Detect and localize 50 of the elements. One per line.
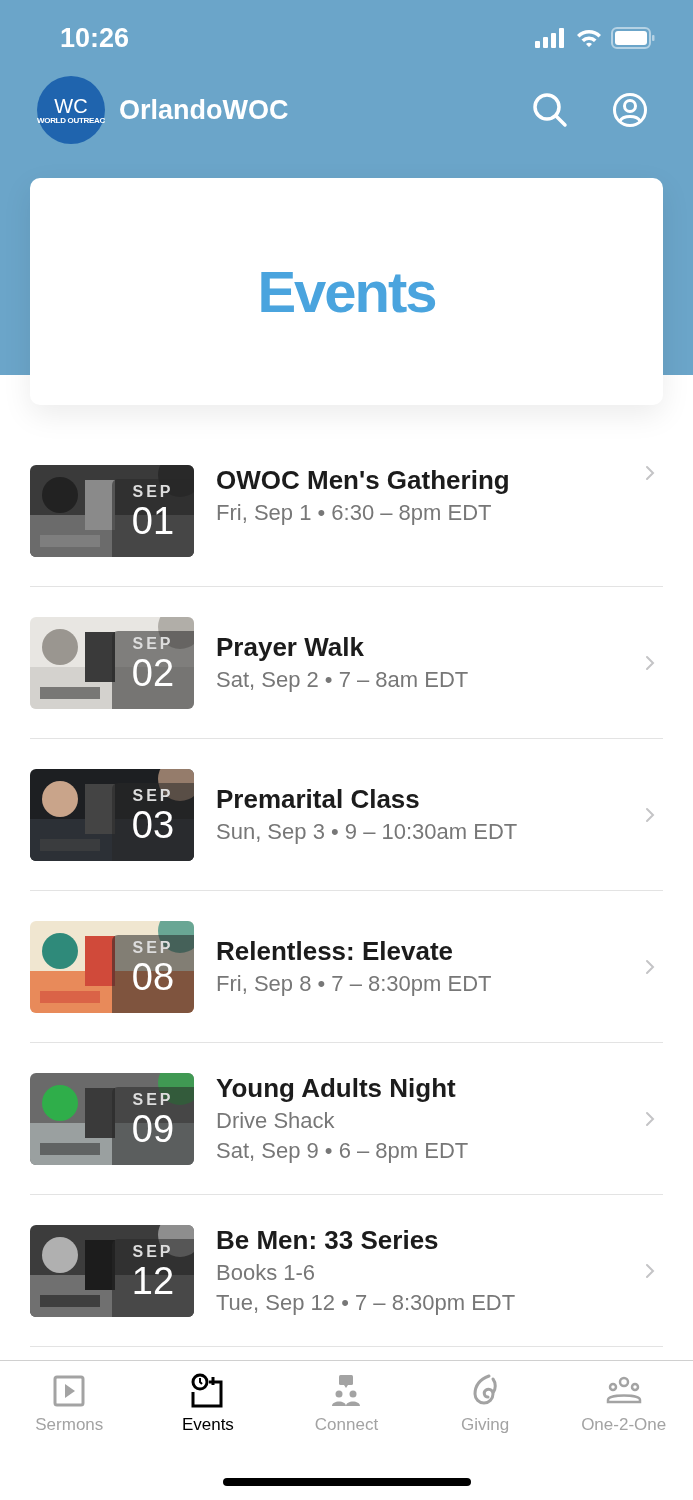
chevron-icon xyxy=(645,1262,655,1279)
event-detail: Books 1-6 xyxy=(216,1260,317,1286)
wifi-icon xyxy=(575,28,603,48)
tab[interactable]: Events xyxy=(138,1373,278,1435)
event-item[interactable]: SEP 03 Premarital Class Sun, Sep 3 • 9 – 10:30am EDT xyxy=(30,739,663,891)
date-month: SEP xyxy=(132,634,174,653)
chevron-icon xyxy=(645,654,655,671)
date-day: 09 xyxy=(131,1108,175,1149)
event-title: OWOC Men's Gathering xyxy=(216,465,511,496)
date-month: SEP xyxy=(132,938,174,957)
event-item[interactable]: SEP 09 Young Adults Night Drive Shack Sat, Sep 9 • 6 – 8pm EDT xyxy=(30,1043,663,1195)
signal-icon xyxy=(535,28,567,48)
profile-icon[interactable] xyxy=(612,92,648,128)
date-month: SEP xyxy=(132,1242,174,1261)
event-title: Young Adults Night xyxy=(216,1073,457,1104)
event-detail: Sat, Sep 2 • 7 – 8am EDT xyxy=(216,667,470,693)
banner-title: Events xyxy=(257,258,436,325)
logo: WC WORLD OUTREAC xyxy=(37,76,105,144)
event-title: Premarital Class xyxy=(216,784,421,815)
date-day: 02 xyxy=(131,652,175,693)
event-title: Relentless: Elevate xyxy=(216,936,454,967)
battery-icon xyxy=(611,27,655,49)
event-item[interactable]: SEP 12 Be Men: 33 Series Books 1-6 Tue, Sep 12 • 7 – 8:30pm EDT xyxy=(30,1195,663,1347)
event-item[interactable]: SEP 02 Prayer Walk Sat, Sep 2 • 7 – 8am EDT xyxy=(30,587,663,739)
status-time: 10:26 xyxy=(60,22,131,54)
date-month: SEP xyxy=(132,483,174,501)
calendar-clock-icon xyxy=(189,1373,226,1409)
date-day: 01 xyxy=(131,501,175,541)
app-title: OrlandoWOC xyxy=(119,94,289,126)
event-detail: Drive Shack xyxy=(216,1108,336,1134)
event-detail: Sat, Sep 9 • 6 – 8pm EDT xyxy=(216,1138,470,1164)
event-title: Be Men: 33 Series xyxy=(216,1225,440,1256)
play-icon xyxy=(51,1373,88,1409)
event-detail: Fri, Sep 8 • 7 – 8:30pm EDT xyxy=(216,971,493,997)
event-detail: Tue, Sep 12 • 7 – 8:30pm EDT xyxy=(216,1290,517,1316)
date-month: SEP xyxy=(132,1090,174,1109)
chevron-icon xyxy=(645,958,655,975)
chevron-icon xyxy=(645,1110,655,1127)
date-day: 08 xyxy=(131,956,175,997)
date-day: 12 xyxy=(131,1260,175,1301)
event-detail: Sun, Sep 3 • 9 – 10:30am EDT xyxy=(216,819,519,845)
event-title: Prayer Walk xyxy=(216,632,365,663)
event-item[interactable]: SEP 01 OWOC Men's Gathering Fri, Sep 1 • 6:30 – 8pm EDT xyxy=(30,465,663,587)
chevron-icon xyxy=(645,806,655,823)
search-icon[interactable] xyxy=(532,92,568,128)
date-month: SEP xyxy=(132,786,174,805)
chevron-icon xyxy=(645,465,655,481)
event-item[interactable]: SEP 08 Relentless: Elevate Fri, Sep 8 • 7 – 8:30pm EDT xyxy=(30,891,663,1043)
date-day: 03 xyxy=(131,804,175,845)
event-detail: Fri, Sep 1 • 6:30 – 8pm EDT xyxy=(216,500,493,526)
